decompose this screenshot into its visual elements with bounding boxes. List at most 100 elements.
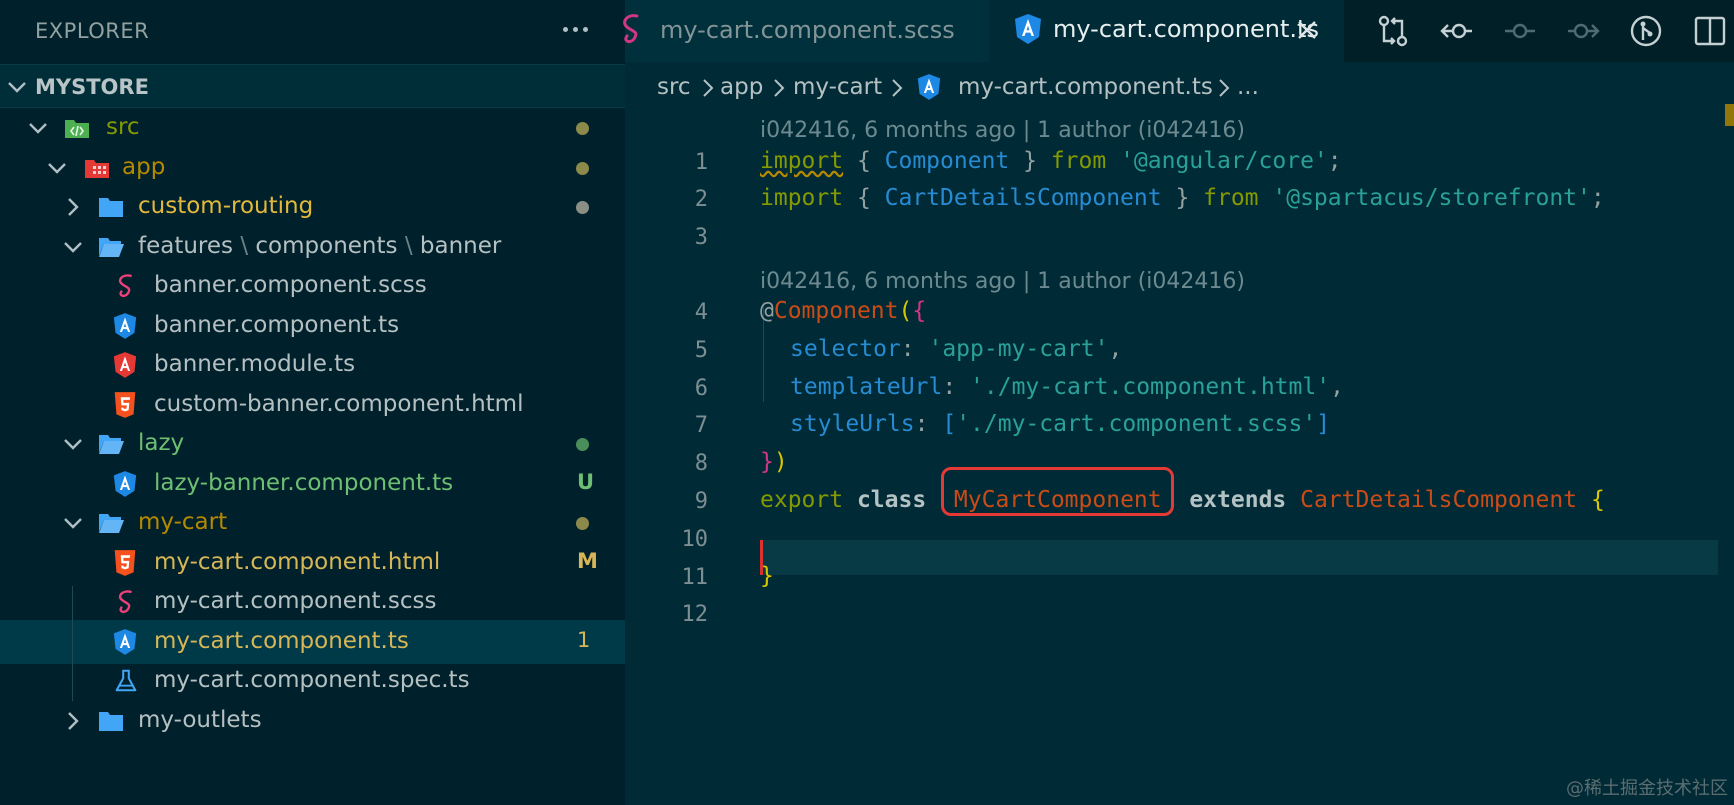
git-blame-annotation[interactable]: i042416, 6 months ago | 1 author (i04241… <box>760 269 1245 294</box>
git-blame-annotation[interactable]: i042416, 6 months ago | 1 author (i04241… <box>760 118 1245 143</box>
angular-module-icon <box>113 351 141 379</box>
tree-item-lazy[interactable]: lazy <box>0 422 625 466</box>
explorer-sidebar: EXPLORER MYSTORE src app custom-routing fea… <box>0 0 625 805</box>
close-icon[interactable] <box>1295 18 1319 42</box>
chevron-right-icon[interactable] <box>62 710 84 732</box>
src-folder-icon <box>62 114 90 142</box>
code-line-8: }) <box>760 449 788 475</box>
compare-changes-icon[interactable] <box>1376 14 1410 48</box>
tree-item-my-outlets[interactable]: my-outlets <box>0 699 625 743</box>
chevron-right-icon[interactable] <box>62 196 84 218</box>
editor-tab-bar: my-cart.component.scss my-cart.component… <box>623 0 1734 62</box>
tree-item-label: banner.module.ts <box>154 351 356 377</box>
sass-icon <box>623 14 639 44</box>
tree-item-label: src <box>106 114 140 140</box>
html5-icon <box>113 549 141 577</box>
tree-item-banner-component-ts[interactable]: banner.component.ts <box>0 304 625 348</box>
line-number: 2 <box>694 187 708 212</box>
git-graph-icon[interactable] <box>1629 14 1663 48</box>
chevron-down-icon[interactable] <box>46 157 68 179</box>
line-number: 7 <box>694 413 708 438</box>
tab-label: my-cart.component.scss <box>660 16 955 44</box>
breadcrumb-src[interactable]: src <box>657 74 691 100</box>
chevron-down-icon[interactable] <box>62 433 84 455</box>
git-status-dot <box>576 122 589 135</box>
tree-item-label: banner.component.scss <box>154 272 427 298</box>
app-folder-icon <box>82 154 110 182</box>
breadcrumb-my-cart[interactable]: my-cart <box>793 74 882 100</box>
tree-item-banner-module-ts[interactable]: banner.module.ts <box>0 343 625 387</box>
tab-my-cart-scss[interactable]: my-cart.component.scss <box>623 0 989 62</box>
project-header[interactable]: MYSTORE <box>0 64 625 108</box>
line-number: 8 <box>694 451 708 476</box>
tab-label: my-cart.component.ts <box>1053 15 1319 43</box>
angular-icon <box>113 628 141 656</box>
angular-icon <box>917 74 941 100</box>
code-editor[interactable]: i042416, 6 months ago | 1 author (i04241… <box>625 104 1734 805</box>
breadcrumb-app[interactable]: app <box>720 74 763 100</box>
text-cursor <box>760 540 763 575</box>
tree-item-label: my-cart.component.html <box>154 548 441 575</box>
tree-item-my-cart-component-ts[interactable]: my-cart.component.ts 1 <box>0 619 625 664</box>
more-actions-icon[interactable] <box>557 12 593 46</box>
tree-item-custom-banner-component-html[interactable]: custom-banner.component.html <box>0 383 625 427</box>
folder-icon <box>96 193 124 221</box>
watermark: @稀土掘金技术社区 <box>1566 778 1728 799</box>
code-line-6: templateUrl: './my-cart.component.html', <box>790 374 1344 400</box>
tree-item-lazy-banner-component-ts[interactable]: lazy-banner.component.ts U <box>0 462 625 506</box>
tree-item-features[interactable]: features \ components \ banner <box>0 225 625 269</box>
chevron-right-icon <box>774 79 785 97</box>
line-number: 11 <box>681 565 709 590</box>
breadcrumb-file[interactable]: my-cart.component.ts <box>958 74 1213 100</box>
code-line-1: import { Component } from '@angular/core… <box>760 148 1342 174</box>
current-line-highlight <box>760 540 1718 575</box>
git-status-badge: M <box>577 548 598 573</box>
tree-item-my-cart-component-scss[interactable]: my-cart.component.scss <box>0 580 625 624</box>
breadcrumb-symbol[interactable]: ... <box>1237 74 1259 100</box>
chevron-down-icon[interactable] <box>27 117 49 139</box>
git-status-badge: U <box>577 469 595 494</box>
line-number: 5 <box>694 338 708 363</box>
tree-item-app[interactable]: app <box>0 146 625 190</box>
go-forward-icon[interactable] <box>1566 14 1600 48</box>
chevron-down-icon[interactable] <box>62 512 84 534</box>
folder-icon <box>96 509 124 537</box>
folder-icon <box>96 430 124 458</box>
angular-icon <box>1015 14 1041 44</box>
tree-item-src[interactable]: src <box>0 106 625 150</box>
code-line-9: export class MyCartComponent extends Car… <box>760 487 1605 513</box>
git-status-dot <box>576 517 589 530</box>
commit-icon[interactable] <box>1503 14 1537 48</box>
tree-item-my-cart[interactable]: my-cart <box>0 501 625 545</box>
git-status-dot <box>576 438 589 451</box>
scrollbar-marker <box>1725 104 1734 126</box>
tree-item-label: my-cart <box>138 509 228 535</box>
tree-item-label: features \ components \ banner <box>138 232 502 259</box>
angular-icon <box>113 470 141 498</box>
tree-item-banner-component-scss[interactable]: banner.component.scss <box>0 264 625 308</box>
highlight-annotation-box <box>941 467 1174 516</box>
tree-item-custom-routing[interactable]: custom-routing <box>0 185 625 229</box>
chevron-down-icon[interactable] <box>62 236 84 258</box>
tree-item-my-cart-component-spec-ts[interactable]: my-cart.component.spec.ts <box>0 659 625 703</box>
folder-icon <box>96 707 124 735</box>
chevron-right-icon <box>1219 79 1230 97</box>
sass-icon <box>113 272 141 300</box>
tree-item-my-cart-component-html[interactable]: my-cart.component.html M <box>0 541 625 585</box>
go-back-icon[interactable] <box>1440 14 1474 48</box>
tab-my-cart-ts[interactable]: my-cart.component.ts <box>989 0 1344 62</box>
project-name: MYSTORE <box>35 75 149 99</box>
tree-item-label: my-cart.component.spec.ts <box>154 667 470 693</box>
line-number: 12 <box>681 602 709 627</box>
split-editor-icon[interactable] <box>1693 14 1727 48</box>
test-flask-icon <box>113 667 141 695</box>
tree-item-label: my-cart.component.scss <box>154 588 437 614</box>
line-number: 1 <box>694 150 708 175</box>
code-line-2: import { CartDetailsComponent } from '@s… <box>760 185 1605 211</box>
tree-item-label: lazy-banner.component.ts <box>154 469 454 496</box>
line-number: 10 <box>681 527 709 552</box>
code-line-7: styleUrls: ['./my-cart.component.scss'] <box>790 411 1331 437</box>
git-status-dot <box>576 201 589 214</box>
folder-icon <box>96 233 124 261</box>
tree-item-label: lazy <box>138 430 185 456</box>
